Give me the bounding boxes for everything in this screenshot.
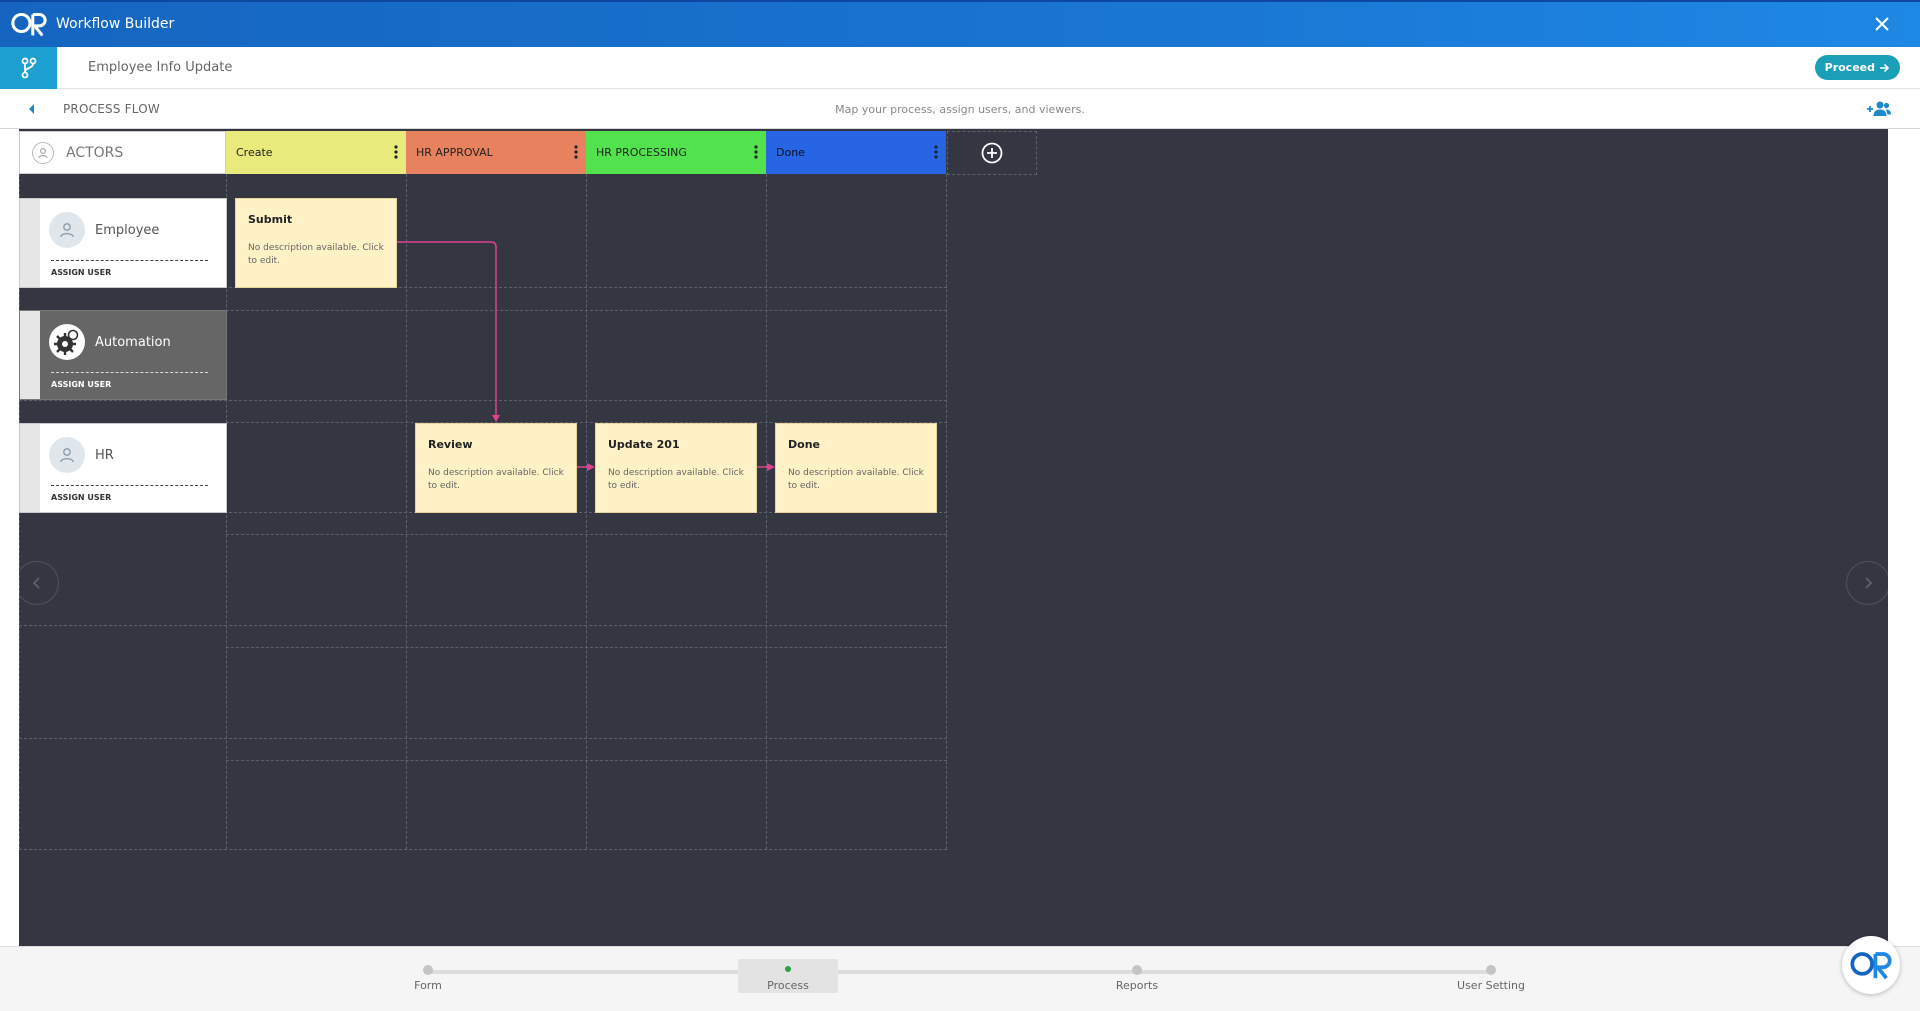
step-card-update-201[interactable]: Update 201 No description available. Cli… bbox=[595, 423, 757, 513]
automation-gear-icon bbox=[49, 324, 85, 360]
step-label: User Setting bbox=[1457, 979, 1525, 992]
proceed-label: Proceed bbox=[1824, 61, 1875, 74]
document-title: Employee Info Update bbox=[88, 60, 233, 75]
title-bar: Workflow Builder bbox=[0, 0, 1920, 47]
scroll-left-button[interactable] bbox=[19, 561, 59, 605]
grid-line bbox=[226, 760, 947, 761]
grid-line bbox=[19, 400, 947, 401]
more-vert-icon[interactable] bbox=[754, 145, 758, 159]
stepper-step-user-setting[interactable]: User Setting bbox=[1441, 959, 1541, 993]
process-flow-header: PROCESS FLOW Map your process, assign us… bbox=[0, 89, 1920, 129]
stage-label: HR PROCESSING bbox=[596, 146, 687, 159]
step-label: Process bbox=[767, 979, 809, 992]
step-title: Update 201 bbox=[608, 438, 680, 451]
stepper-step-reports[interactable]: Reports bbox=[1087, 959, 1187, 993]
proceed-button[interactable]: Proceed bbox=[1814, 55, 1900, 80]
actors-header: ACTORS bbox=[19, 131, 226, 174]
add-circle-icon bbox=[981, 142, 1003, 164]
more-vert-icon[interactable] bbox=[574, 145, 578, 159]
actors-icon bbox=[32, 141, 54, 164]
step-description: No description available. Click to edit. bbox=[608, 468, 744, 491]
step-card-submit[interactable]: Submit No description available. Click t… bbox=[235, 198, 397, 288]
stage-label: Done bbox=[776, 146, 805, 159]
stage-header-hr-approval[interactable]: HR APPROVAL bbox=[406, 131, 586, 174]
step-label: Form bbox=[414, 979, 442, 992]
divider bbox=[51, 372, 208, 373]
actor-card-employee[interactable]: Employee ASSIGN USER bbox=[19, 198, 227, 288]
connector-arrowhead bbox=[587, 463, 595, 471]
step-description: No description available. Click to edit. bbox=[788, 468, 924, 491]
actor-drag-handle[interactable] bbox=[20, 311, 40, 399]
step-dot bbox=[785, 966, 791, 972]
actor-drag-handle[interactable] bbox=[20, 199, 40, 287]
workflow-board: ACTORS Create HR APPROVAL HR PROCESSING … bbox=[19, 129, 1888, 946]
stepper-track bbox=[428, 970, 1492, 974]
divider bbox=[51, 485, 208, 486]
grid-line bbox=[226, 534, 947, 535]
chevron-left-icon bbox=[32, 577, 40, 589]
close-icon[interactable] bbox=[1872, 14, 1892, 34]
step-dot bbox=[423, 965, 433, 975]
add-users-icon[interactable] bbox=[1866, 100, 1892, 118]
user-avatar-icon bbox=[49, 212, 85, 248]
connector-arrowhead bbox=[492, 415, 500, 422]
branch-button[interactable] bbox=[0, 47, 57, 89]
grid-line bbox=[226, 647, 947, 648]
stage-header-hr-processing[interactable]: HR PROCESSING bbox=[586, 131, 766, 174]
actor-name: Automation bbox=[95, 335, 171, 350]
grid-line bbox=[19, 849, 947, 850]
grid-line bbox=[226, 310, 947, 311]
more-vert-icon[interactable] bbox=[394, 145, 398, 159]
wizard-stepper: Form Process Reports User Setting bbox=[0, 946, 1920, 1011]
actor-card-hr[interactable]: HR ASSIGN USER bbox=[19, 423, 227, 513]
assign-user-link[interactable]: ASSIGN USER bbox=[51, 268, 111, 277]
qr-assistant-button[interactable] bbox=[1842, 936, 1900, 994]
more-vert-icon[interactable] bbox=[934, 145, 938, 159]
assign-user-link[interactable]: ASSIGN USER bbox=[51, 493, 111, 502]
actor-name: HR bbox=[95, 448, 114, 463]
step-card-done[interactable]: Done No description available. Click to … bbox=[775, 423, 937, 513]
step-title: Review bbox=[428, 438, 473, 451]
step-dot bbox=[1132, 965, 1142, 975]
actors-label: ACTORS bbox=[66, 144, 124, 161]
stage-header-done[interactable]: Done bbox=[766, 131, 946, 174]
stepper-step-process[interactable]: Process bbox=[738, 959, 838, 993]
arrow-right-icon bbox=[1880, 63, 1890, 72]
workflow-canvas: ACTORS Create HR APPROVAL HR PROCESSING … bbox=[0, 129, 1920, 946]
assign-user-link[interactable]: ASSIGN USER bbox=[51, 380, 111, 389]
actor-drag-handle[interactable] bbox=[20, 424, 40, 512]
step-description: No description available. Click to edit. bbox=[248, 243, 384, 266]
stepper-step-form[interactable]: Form bbox=[378, 959, 478, 993]
stage-label: HR APPROVAL bbox=[416, 146, 493, 159]
step-description: No description available. Click to edit. bbox=[428, 468, 564, 491]
grid-line bbox=[19, 625, 947, 626]
step-title: Done bbox=[788, 438, 820, 451]
actor-name: Employee bbox=[95, 223, 160, 238]
branch-icon bbox=[21, 57, 36, 79]
divider bbox=[51, 260, 208, 261]
stage-header-create[interactable]: Create bbox=[226, 131, 406, 174]
step-label: Reports bbox=[1115, 979, 1159, 992]
scroll-right-button[interactable] bbox=[1846, 561, 1888, 605]
grid-line bbox=[19, 738, 947, 739]
window-title: Workflow Builder bbox=[56, 16, 175, 32]
document-header: Employee Info Update Proceed bbox=[0, 47, 1920, 89]
step-card-review[interactable]: Review No description available. Click t… bbox=[415, 423, 577, 513]
qr-logo-icon bbox=[1850, 952, 1892, 980]
user-avatar-icon bbox=[49, 437, 85, 473]
add-stage-button[interactable] bbox=[947, 131, 1037, 175]
step-title: Submit bbox=[248, 213, 293, 226]
connector-submit-review bbox=[397, 241, 497, 416]
qr-logo-icon bbox=[11, 12, 47, 37]
process-hint: Map your process, assign users, and view… bbox=[835, 103, 1085, 116]
connector-arrowhead bbox=[767, 463, 775, 471]
stage-label: Create bbox=[236, 146, 273, 159]
chevron-right-icon bbox=[1865, 577, 1873, 589]
step-dot bbox=[1486, 965, 1496, 975]
actor-card-automation[interactable]: Automation ASSIGN USER bbox=[19, 310, 227, 400]
